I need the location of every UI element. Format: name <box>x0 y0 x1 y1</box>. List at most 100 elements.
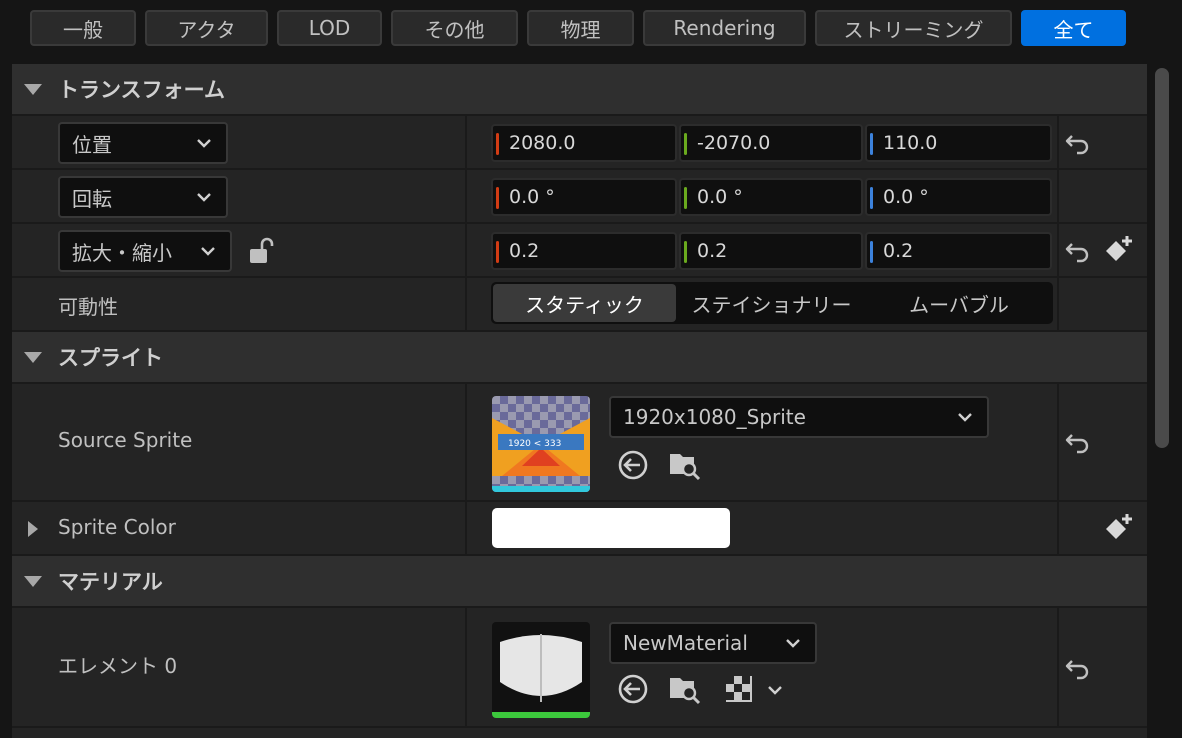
y-axis-color-bar <box>684 187 687 209</box>
section-title: スプライト <box>58 346 163 370</box>
scale-y-value: 0.2 <box>697 240 728 262</box>
add-keyframe-icon[interactable] <box>1102 511 1136 545</box>
rotation-row: 回転 0.0 ° 0.0 ° 0.0 ° <box>12 170 1147 224</box>
category-tab-bar: 一般 アクタ LOD その他 物理 Rendering ストリーミング 全て <box>0 0 1182 64</box>
mobility-segmented-control: スタティック ステイショナリー ムーバブル <box>491 282 1053 324</box>
rotation-label: 回転 <box>72 186 112 211</box>
expand-arrow-icon <box>24 575 42 587</box>
section-header-transform[interactable]: トランスフォーム <box>12 64 1147 116</box>
location-x-value: 2080.0 <box>509 132 576 154</box>
sprite-color-label: Sprite Color <box>58 515 176 539</box>
mobility-label: 可動性 <box>58 295 118 319</box>
source-sprite-row: Source Sprite 1920 < 333 1920x1080_Sprit… <box>12 384 1147 502</box>
material-preview-image <box>492 622 590 718</box>
section-header-sprite[interactable]: スプライト <box>12 332 1147 384</box>
material-element-label: エレメント 0 <box>58 654 178 678</box>
rotation-z-value: 0.0 ° <box>883 186 929 208</box>
section-title: トランスフォーム <box>58 78 225 102</box>
rotation-y-value: 0.0 ° <box>697 186 743 208</box>
column-divider <box>1057 224 1059 276</box>
section-title: マテリアル <box>58 570 163 594</box>
material-value: NewMaterial <box>623 631 748 655</box>
tab-all[interactable]: 全て <box>1021 10 1126 46</box>
tab-streaming[interactable]: ストリーミング <box>815 10 1012 46</box>
tab-general[interactable]: 一般 <box>30 10 136 46</box>
section-header-material[interactable]: マテリアル <box>12 556 1147 608</box>
checker-preview-icon[interactable] <box>724 674 754 704</box>
column-divider <box>465 224 467 276</box>
z-axis-color-bar <box>870 133 873 155</box>
y-axis-color-bar <box>684 241 687 263</box>
source-sprite-value: 1920x1080_Sprite <box>623 405 806 429</box>
source-sprite-label: Source Sprite <box>58 428 193 452</box>
sprite-color-row: Sprite Color <box>12 502 1147 556</box>
x-axis-color-bar <box>496 133 499 155</box>
tab-physics[interactable]: 物理 <box>527 10 634 46</box>
scrollbar-thumb[interactable] <box>1155 68 1169 448</box>
sprite-preview-image: 1920 < 333 <box>492 396 590 492</box>
add-keyframe-icon[interactable] <box>1102 233 1136 267</box>
chevron-down-icon <box>958 413 972 422</box>
scale-mode-dropdown[interactable]: 拡大・縮小 <box>58 230 232 272</box>
browse-asset-icon[interactable] <box>668 448 702 482</box>
location-x-field[interactable]: 2080.0 <box>491 124 677 162</box>
mobility-option-movable[interactable]: ムーバブル <box>867 284 1051 322</box>
reset-to-default-icon[interactable] <box>1064 239 1092 263</box>
color-swatch[interactable] <box>492 508 730 548</box>
rotation-z-field[interactable]: 0.0 ° <box>865 178 1052 216</box>
chevron-down-icon <box>786 639 800 648</box>
material-dropdown[interactable]: NewMaterial <box>609 622 817 664</box>
column-divider <box>1057 608 1059 726</box>
lock-open-icon[interactable] <box>248 236 276 266</box>
reset-to-default-icon[interactable] <box>1064 656 1092 680</box>
location-row: 位置 2080.0 -2070.0 110.0 <box>12 116 1147 170</box>
scale-row: 拡大・縮小 0.2 0.2 0.2 <box>12 224 1147 278</box>
sprite-thumbnail[interactable]: 1920 < 333 <box>492 396 590 492</box>
location-y-value: -2070.0 <box>697 132 771 154</box>
location-mode-dropdown[interactable]: 位置 <box>58 122 228 164</box>
location-z-field[interactable]: 110.0 <box>865 124 1052 162</box>
expand-arrow-icon <box>24 351 42 363</box>
use-selected-asset-icon[interactable] <box>616 448 650 482</box>
browse-asset-icon[interactable] <box>668 672 702 706</box>
column-divider <box>1057 278 1059 330</box>
scale-x-field[interactable]: 0.2 <box>491 232 677 270</box>
sprite-thumbnail-text: 1920 < 333 <box>508 439 561 449</box>
y-axis-color-bar <box>684 133 687 155</box>
reset-to-default-icon[interactable] <box>1064 131 1092 155</box>
material-thumbnail[interactable] <box>492 622 590 718</box>
tab-lod[interactable]: LOD <box>277 10 382 46</box>
z-axis-color-bar <box>870 187 873 209</box>
reset-to-default-icon[interactable] <box>1064 430 1092 454</box>
location-y-field[interactable]: -2070.0 <box>679 124 863 162</box>
column-divider <box>465 502 467 554</box>
mobility-option-stationary[interactable]: ステイショナリー <box>678 284 865 322</box>
scale-y-field[interactable]: 0.2 <box>679 232 863 270</box>
rotation-y-field[interactable]: 0.0 ° <box>679 178 863 216</box>
tab-misc[interactable]: その他 <box>391 10 518 46</box>
mobility-option-static[interactable]: スタティック <box>493 284 676 322</box>
source-sprite-dropdown[interactable]: 1920x1080_Sprite <box>609 396 989 438</box>
tab-rendering[interactable]: Rendering <box>643 10 806 46</box>
column-divider <box>465 170 467 222</box>
column-divider <box>465 608 467 726</box>
column-divider <box>1057 116 1059 168</box>
rotation-x-field[interactable]: 0.0 ° <box>491 178 677 216</box>
z-axis-color-bar <box>870 241 873 263</box>
x-axis-color-bar <box>496 187 499 209</box>
scale-x-value: 0.2 <box>509 240 540 262</box>
material-element-row: エレメント 0 NewMaterial <box>12 608 1147 728</box>
location-z-value: 110.0 <box>883 132 938 154</box>
use-selected-asset-icon[interactable] <box>616 672 650 706</box>
column-divider <box>465 278 467 330</box>
column-divider <box>465 384 467 500</box>
scale-z-value: 0.2 <box>883 240 914 262</box>
rotation-mode-dropdown[interactable]: 回転 <box>58 176 228 218</box>
tab-actor[interactable]: アクタ <box>145 10 268 46</box>
rotation-x-value: 0.0 ° <box>509 186 555 208</box>
expand-arrow-icon[interactable] <box>28 521 38 537</box>
scale-z-field[interactable]: 0.2 <box>865 232 1052 270</box>
column-divider <box>1057 384 1059 500</box>
chevron-down-icon[interactable] <box>766 682 784 698</box>
details-panel: トランスフォーム 位置 2080.0 -2070.0 110.0 回転 0.0 … <box>12 64 1147 738</box>
